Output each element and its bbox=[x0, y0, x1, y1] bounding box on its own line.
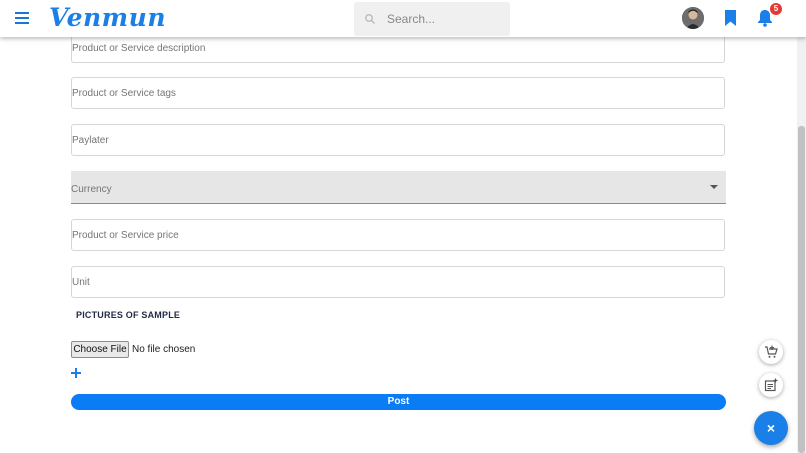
description-label: Product or Service description bbox=[72, 43, 206, 54]
search-input[interactable]: Search... bbox=[354, 2, 510, 36]
notification-badge: 5 bbox=[770, 3, 782, 15]
top-app-bar: Venmun Search... 5 bbox=[0, 0, 806, 37]
choose-file-button[interactable]: Choose File bbox=[71, 341, 129, 358]
price-label: Product or Service price bbox=[72, 230, 179, 241]
post-add-fab[interactable] bbox=[759, 373, 783, 397]
paylater-label: Paylater bbox=[72, 135, 109, 146]
scrollbar-thumb[interactable] bbox=[798, 126, 805, 453]
search-placeholder: Search... bbox=[387, 12, 436, 26]
currency-select[interactable]: Currency bbox=[71, 171, 726, 204]
paylater-field[interactable]: Paylater bbox=[71, 124, 725, 156]
menu-icon[interactable] bbox=[15, 12, 29, 24]
price-field[interactable]: Product or Service price bbox=[71, 219, 725, 251]
cart-add-icon bbox=[765, 345, 778, 358]
close-icon: × bbox=[766, 420, 776, 436]
post-add-icon bbox=[764, 378, 778, 392]
dropdown-arrow-icon bbox=[710, 185, 718, 189]
currency-label: Currency bbox=[71, 184, 112, 195]
bookmark-icon[interactable] bbox=[724, 10, 737, 26]
unit-field[interactable]: Unit bbox=[71, 266, 725, 298]
file-status-text: No file chosen bbox=[132, 344, 196, 355]
unit-label: Unit bbox=[72, 277, 90, 288]
close-fab[interactable]: × bbox=[754, 411, 788, 445]
plus-icon[interactable] bbox=[70, 367, 82, 379]
brand-logo[interactable]: Venmun bbox=[49, 3, 166, 32]
add-to-cart-fab[interactable] bbox=[759, 340, 783, 364]
pictures-section-title: PICTURES OF SAMPLE bbox=[76, 310, 181, 320]
tags-label: Product or Service tags bbox=[72, 88, 176, 99]
tags-field[interactable]: Product or Service tags bbox=[71, 77, 725, 109]
search-icon bbox=[365, 14, 375, 24]
avatar[interactable] bbox=[682, 7, 704, 29]
post-button[interactable]: Post bbox=[71, 394, 726, 410]
